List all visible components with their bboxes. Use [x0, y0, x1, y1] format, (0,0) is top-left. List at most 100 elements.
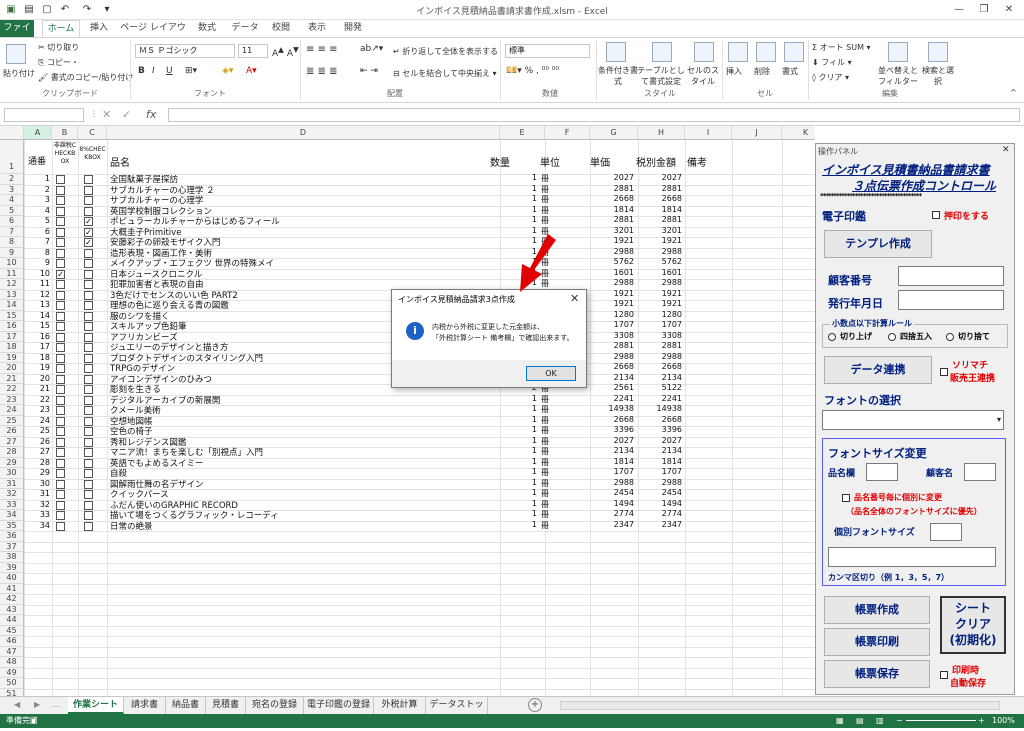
checkbox-exempt[interactable]: [56, 448, 65, 457]
row-header[interactable]: 8: [0, 237, 24, 248]
row-header[interactable]: 22: [0, 384, 24, 395]
row-header[interactable]: 9: [0, 247, 24, 258]
row-header[interactable]: 5: [0, 205, 24, 216]
close-icon[interactable]: ✕: [1000, 2, 1018, 17]
select-all-corner[interactable]: [0, 126, 24, 140]
checkbox-exempt[interactable]: [56, 511, 65, 520]
horizontal-scrollbar[interactable]: [560, 701, 1000, 710]
page-layout-view-icon[interactable]: ▤: [856, 714, 864, 728]
column-header[interactable]: F: [545, 126, 590, 140]
row-header[interactable]: 30: [0, 468, 24, 479]
row-header[interactable]: 25: [0, 415, 24, 426]
checkbox-reduced[interactable]: [84, 427, 93, 436]
row-header[interactable]: 39: [0, 562, 24, 573]
print-form-button[interactable]: 帳票印刷: [824, 628, 930, 656]
row-header[interactable]: 4: [0, 195, 24, 206]
row-header[interactable]: 6: [0, 216, 24, 227]
align-top-icon[interactable]: ≡ ≡ ≡: [306, 44, 338, 55]
checkbox-exempt[interactable]: [56, 175, 65, 184]
orientation-icon[interactable]: ab↗▾: [360, 44, 383, 54]
column-header[interactable]: I: [685, 126, 732, 140]
auto-save-checkbox[interactable]: [940, 671, 948, 679]
row-header[interactable]: 21: [0, 373, 24, 384]
row-header[interactable]: 28: [0, 447, 24, 458]
item-font-size-input[interactable]: [866, 463, 898, 481]
column-header[interactable]: D: [107, 126, 500, 140]
row-header[interactable]: 37: [0, 541, 24, 552]
page-break-view-icon[interactable]: ▥: [876, 714, 884, 728]
checkbox-reduced[interactable]: [84, 374, 93, 384]
checkbox-exempt[interactable]: [56, 322, 65, 331]
tab-file[interactable]: ファイル: [0, 20, 34, 50]
checkbox-exempt[interactable]: [56, 332, 65, 342]
tab-formulas[interactable]: 数式: [192, 20, 222, 37]
cancel-icon[interactable]: ✕: [102, 108, 111, 121]
normal-view-icon[interactable]: ▦: [836, 714, 844, 728]
checkbox-exempt[interactable]: [56, 427, 65, 436]
table-format-icon[interactable]: [652, 42, 672, 62]
checkbox-reduced[interactable]: [84, 280, 93, 289]
row-header[interactable]: 47: [0, 646, 24, 657]
insert-cells-button[interactable]: 挿入: [726, 66, 742, 77]
row-header[interactable]: 14: [0, 300, 24, 311]
checkbox-exempt[interactable]: [56, 437, 65, 447]
checkbox-exempt[interactable]: [56, 206, 65, 216]
checkbox-exempt[interactable]: [56, 259, 65, 268]
checkbox-reduced[interactable]: [84, 469, 93, 478]
font-grow-icon[interactable]: A▲ A▼: [272, 45, 299, 59]
row-header[interactable]: 38: [0, 552, 24, 563]
paste-button[interactable]: 貼り付け: [3, 68, 35, 79]
checkbox-reduced[interactable]: [84, 406, 93, 415]
font-size-select[interactable]: 11: [238, 44, 268, 58]
checkbox-reduced[interactable]: [84, 521, 93, 531]
zoom-in-icon[interactable]: +: [978, 714, 985, 728]
row-header[interactable]: 1: [0, 140, 24, 174]
checkbox-reduced[interactable]: [84, 416, 93, 426]
checkbox-reduced[interactable]: [84, 301, 93, 310]
checkbox-exempt[interactable]: [56, 227, 65, 237]
border-icon[interactable]: ⊞▾: [185, 66, 197, 76]
checkbox-reduced[interactable]: [84, 479, 93, 489]
checkbox-reduced[interactable]: [84, 332, 93, 342]
sorimachi-checkbox[interactable]: [940, 368, 948, 376]
wrap-text-button[interactable]: ↵ 折り返して全体を表示する: [393, 46, 498, 57]
sheet-tab[interactable]: 宛名の登録: [246, 697, 304, 714]
sheet-tab[interactable]: 作業シート: [68, 697, 124, 714]
tab-view[interactable]: 表示: [302, 20, 332, 37]
clear-button[interactable]: ◊ クリア ▾: [812, 72, 849, 83]
cell-style-icon[interactable]: [694, 42, 714, 62]
row-header[interactable]: 26: [0, 426, 24, 437]
column-header[interactable]: E: [500, 126, 545, 140]
row-header[interactable]: 34: [0, 510, 24, 521]
checkbox-reduced[interactable]: [84, 448, 93, 457]
checkbox-exempt[interactable]: [56, 479, 65, 489]
cut-button[interactable]: ✂ 切り取り: [38, 42, 79, 53]
checkbox-reduced[interactable]: [84, 458, 93, 468]
number-format-icons[interactable]: 💴▾ % , ⁰⁰ ⁰⁰: [506, 66, 559, 76]
make-form-button[interactable]: 帳票作成: [824, 596, 930, 624]
row-header[interactable]: 50: [0, 678, 24, 689]
table-format-button[interactable]: テーブルとして書式設定: [636, 65, 686, 87]
row-header[interactable]: 16: [0, 321, 24, 332]
checkbox-reduced[interactable]: ✓: [84, 227, 93, 237]
customer-no-input[interactable]: [898, 266, 1004, 286]
find-select-button[interactable]: 検索と選択: [920, 65, 956, 87]
row-header[interactable]: 29: [0, 457, 24, 468]
next-sheet-icon[interactable]: ▶: [34, 700, 40, 709]
column-header[interactable]: J: [732, 126, 782, 140]
row-header[interactable]: 13: [0, 289, 24, 300]
tab-insert[interactable]: 挿入: [84, 20, 114, 37]
row-header[interactable]: 44: [0, 615, 24, 626]
checkbox-reduced[interactable]: [84, 511, 93, 520]
column-header[interactable]: G: [590, 126, 638, 140]
checkbox-exempt[interactable]: [56, 238, 65, 247]
fill-color-icon[interactable]: ◈▾: [222, 66, 233, 76]
checkbox-exempt[interactable]: [56, 469, 65, 478]
formula-input[interactable]: [168, 108, 1020, 122]
sort-filter-icon[interactable]: [888, 42, 908, 62]
checkbox-exempt[interactable]: [56, 248, 65, 258]
row-header[interactable]: 27: [0, 436, 24, 447]
checkbox-exempt[interactable]: [56, 353, 65, 363]
checkbox-reduced[interactable]: ✓: [84, 217, 93, 226]
item-number-input[interactable]: [828, 547, 996, 567]
